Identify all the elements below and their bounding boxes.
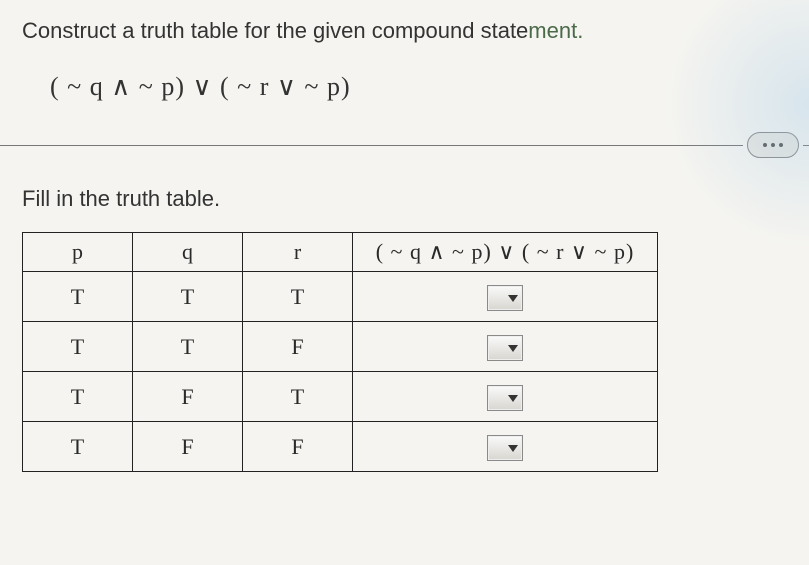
table-header-row: p q r ( ~ q ∧ ~ p) ∨ ( ~ r ∨ ~ p) [23,233,658,272]
problem-instruction: Construct a truth table for the given co… [22,18,787,44]
table-row: T F T [23,372,658,422]
column-header-result: ( ~ q ∧ ~ p) ∨ ( ~ r ∨ ~ p) [376,239,635,264]
divider-line [803,145,809,146]
cell-p: T [23,422,133,472]
answer-dropdown[interactable] [487,435,523,461]
column-header-p: p [23,233,133,272]
cell-r: F [243,322,353,372]
fill-instruction: Fill in the truth table. [22,186,787,212]
ellipsis-icon [763,143,767,147]
cell-result [353,422,658,472]
cell-r: T [243,372,353,422]
answer-dropdown[interactable] [487,385,523,411]
chevron-down-icon [508,295,518,302]
column-header-q: q [133,233,243,272]
ellipsis-icon [771,143,775,147]
more-options-button[interactable] [747,132,799,158]
cell-p: T [23,372,133,422]
cell-result [353,322,658,372]
section-divider [0,132,809,158]
cell-result [353,372,658,422]
cell-q: T [133,322,243,372]
table-row: T T T [23,272,658,322]
ellipsis-icon [779,143,783,147]
divider-line [0,145,743,146]
cell-p: T [23,322,133,372]
cell-r: F [243,422,353,472]
truth-table: p q r ( ~ q ∧ ~ p) ∨ ( ~ r ∨ ~ p) T T T … [22,232,658,472]
cell-r: T [243,272,353,322]
table-row: T T F [23,322,658,372]
answer-dropdown[interactable] [487,285,523,311]
instruction-text-1: Construct a truth table for the given co… [22,18,528,43]
column-header-r: r [243,233,353,272]
chevron-down-icon [508,395,518,402]
table-row: T F F [23,422,658,472]
answer-dropdown[interactable] [487,335,523,361]
cell-q: T [133,272,243,322]
chevron-down-icon [508,345,518,352]
chevron-down-icon [508,445,518,452]
cell-q: F [133,372,243,422]
cell-q: F [133,422,243,472]
cell-result [353,272,658,322]
cell-p: T [23,272,133,322]
instruction-text-2: ment. [528,18,583,43]
compound-formula: ( ~ q ∧ ~ p) ∨ ( ~ r ∨ ~ p) [50,72,787,102]
